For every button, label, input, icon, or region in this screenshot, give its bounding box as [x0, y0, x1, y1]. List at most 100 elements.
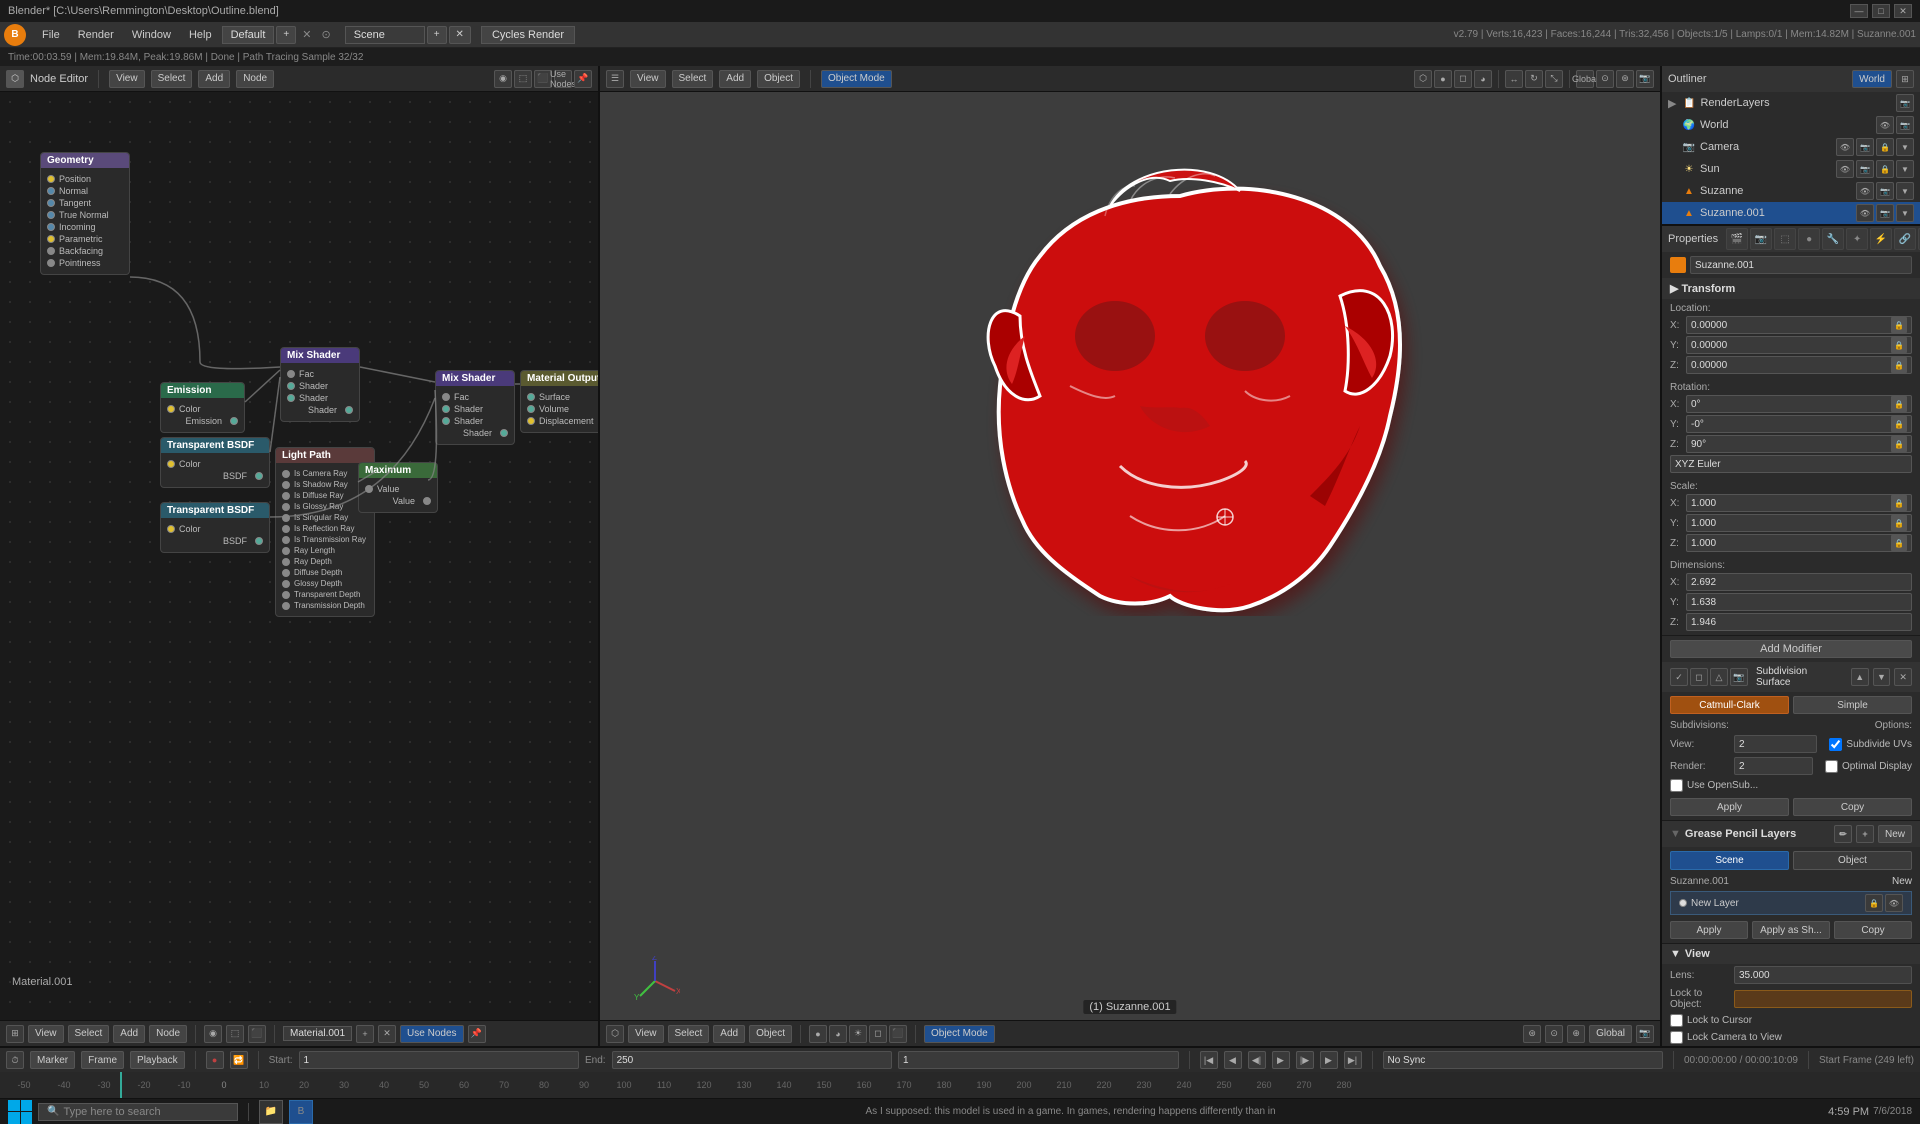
outliner-item-world[interactable]: 🌍 World 👁 📷: [1662, 114, 1920, 136]
lock-camera-checkbox[interactable]: [1670, 1031, 1683, 1044]
lock-to-object-field[interactable]: [1734, 990, 1912, 1008]
vp-object-btn[interactable]: Object: [749, 1025, 792, 1043]
subdivide-uvs-check[interactable]: Subdivide UVs: [1829, 738, 1912, 751]
dim-y-field[interactable]: 1.638: [1686, 593, 1912, 611]
scale-z-lock[interactable]: 🔒: [1891, 535, 1907, 551]
node-view-menu-btn[interactable]: View: [28, 1025, 64, 1043]
view-sub-field[interactable]: 2: [1734, 735, 1817, 753]
mod-down-icon[interactable]: ▼: [1873, 668, 1891, 686]
gp-add-layer-btn[interactable]: +: [1856, 825, 1874, 843]
rotation-x-field[interactable]: 0°🔒: [1686, 395, 1912, 413]
start-frame-field[interactable]: 1: [299, 1051, 579, 1069]
rendered-icon[interactable]: ◕: [1474, 70, 1492, 88]
node-select-menu-btn[interactable]: Select: [68, 1025, 110, 1043]
global-local-btn[interactable]: Global: [1576, 70, 1594, 88]
close-btn[interactable]: ✕: [1894, 4, 1912, 18]
use-nodes-btn[interactable]: Use Nodes: [400, 1025, 463, 1043]
gp-lock-icon[interactable]: 🔒: [1865, 894, 1883, 912]
current-frame-field[interactable]: 1: [898, 1051, 1178, 1069]
prop-object-icon[interactable]: ●: [1798, 228, 1820, 250]
scene-input[interactable]: [345, 26, 425, 44]
add-scene-btn[interactable]: +: [427, 26, 447, 44]
location-x-lock[interactable]: 🔒: [1891, 317, 1907, 333]
outliner-item-camera[interactable]: 📷 Camera 👁 📷 🔒 ▼: [1662, 136, 1920, 158]
suzanne001-more-icon[interactable]: ▼: [1896, 204, 1914, 222]
render-sub-field[interactable]: 2: [1734, 757, 1813, 775]
play-btn[interactable]: ▶: [1272, 1051, 1290, 1069]
filter-icon[interactable]: ⊞: [1896, 70, 1914, 88]
scale-icon[interactable]: ⤡: [1545, 70, 1563, 88]
lock-cursor-check[interactable]: Lock to Cursor: [1670, 1014, 1752, 1027]
wire-mode-btn[interactable]: ◻: [869, 1025, 887, 1043]
rotation-y-field[interactable]: -0°🔒: [1686, 415, 1912, 433]
world-vis-icon[interactable]: 👁: [1876, 116, 1894, 134]
pivot-icon[interactable]: ⊕: [1567, 1025, 1585, 1043]
subdivide-uvs-checkbox[interactable]: [1829, 738, 1842, 751]
timeline-playback-btn[interactable]: Playback: [130, 1051, 185, 1069]
world-btn[interactable]: World: [1852, 70, 1892, 88]
lens-field[interactable]: 35.000: [1734, 966, 1912, 984]
material-name-display[interactable]: Material.001: [283, 1026, 352, 1041]
transform-header[interactable]: ▶ Transform: [1662, 278, 1920, 299]
prop-physics-icon[interactable]: ⚡: [1870, 228, 1892, 250]
use-opensubdiv-check[interactable]: Use OpenSub...: [1670, 779, 1758, 792]
select-menu[interactable]: Select: [151, 70, 193, 88]
add-menu[interactable]: Add: [198, 70, 230, 88]
simple-btn[interactable]: Simple: [1793, 696, 1912, 714]
vp-view-btn[interactable]: View: [628, 1025, 664, 1043]
camera-lock-icon[interactable]: 🔒: [1876, 138, 1894, 156]
proportional-edit-btn[interactable]: ⊙: [1596, 70, 1614, 88]
gp-new-btn[interactable]: New: [1878, 825, 1912, 843]
minimize-btn[interactable]: —: [1850, 4, 1868, 18]
rendered-mode-btn[interactable]: ☀: [849, 1025, 867, 1043]
taskbar-blender[interactable]: B: [289, 1100, 313, 1124]
scale-z-field[interactable]: 1.000🔒: [1686, 534, 1912, 552]
node-type-material[interactable]: ◉: [494, 70, 512, 88]
prop-constraints-icon[interactable]: 🔗: [1894, 228, 1916, 250]
node-texture-icon[interactable]: ⬛: [248, 1025, 266, 1043]
lock-camera-check[interactable]: Lock Camera to View: [1670, 1031, 1782, 1044]
lock-cursor-checkbox[interactable]: [1670, 1014, 1683, 1027]
add-material-btn[interactable]: +: [356, 1025, 374, 1043]
mod-enable-icon[interactable]: ✓: [1670, 668, 1688, 686]
optimal-display-checkbox[interactable]: [1825, 760, 1838, 773]
scale-y-field[interactable]: 1.000🔒: [1686, 514, 1912, 532]
manip-icon[interactable]: ↔: [1505, 70, 1523, 88]
global-btn[interactable]: Global: [1589, 1025, 1632, 1043]
remove-scene-btn[interactable]: ✕: [449, 26, 471, 44]
timeline-ruler[interactable]: -50 -40 -30 -20 -10 0 10 20 30 40 50 60 …: [0, 1072, 1920, 1098]
camera-icon[interactable]: 📷: [1636, 1025, 1654, 1043]
snap-icon[interactable]: ⊛: [1523, 1025, 1541, 1043]
viewport-add-btn[interactable]: Add: [719, 70, 751, 88]
texture-mode-btn[interactable]: ⬛: [889, 1025, 907, 1043]
viewport-type-icon[interactable]: ⬡: [606, 1025, 624, 1043]
gp-new-layer[interactable]: New Layer 🔒 👁: [1670, 891, 1912, 915]
suzanne-render-icon[interactable]: 📷: [1876, 182, 1894, 200]
maximize-btn[interactable]: □: [1872, 4, 1890, 18]
mod-edit-icon[interactable]: △: [1710, 668, 1728, 686]
node-pin[interactable]: 📌: [574, 70, 592, 88]
remove-material-btn[interactable]: ✕: [378, 1025, 396, 1043]
prop-layers-icon[interactable]: ⬚: [1774, 228, 1796, 250]
viewport-select-btn[interactable]: Select: [672, 70, 714, 88]
timeline-type-icon[interactable]: ⏱: [6, 1051, 24, 1069]
proportional-icon[interactable]: ⊙: [1545, 1025, 1563, 1043]
view-header[interactable]: ▼ View: [1662, 944, 1920, 964]
menu-render[interactable]: Render: [70, 27, 122, 43]
node-type-compositing[interactable]: ⬚: [514, 70, 532, 88]
location-z-lock[interactable]: 🔒: [1891, 357, 1907, 373]
solid-icon[interactable]: ●: [1434, 70, 1452, 88]
titlebar-controls[interactable]: — □ ✕: [1850, 4, 1912, 18]
rotate-icon[interactable]: ↻: [1525, 70, 1543, 88]
rotation-x-lock[interactable]: 🔒: [1891, 396, 1907, 412]
viewport-object-btn[interactable]: Object: [757, 70, 800, 88]
node-menu[interactable]: Node: [236, 70, 274, 88]
gp-copy-btn[interactable]: Copy: [1834, 921, 1912, 939]
scale-x-field[interactable]: 1.000🔒: [1686, 494, 1912, 512]
view-menu[interactable]: View: [109, 70, 145, 88]
opengl-render-btn[interactable]: 📷: [1636, 70, 1654, 88]
sun-more-icon[interactable]: ▼: [1896, 160, 1914, 178]
vp-select-btn[interactable]: Select: [668, 1025, 710, 1043]
record-btn[interactable]: ●: [206, 1051, 224, 1069]
search-box[interactable]: 🔍 Type here to search: [38, 1103, 238, 1121]
